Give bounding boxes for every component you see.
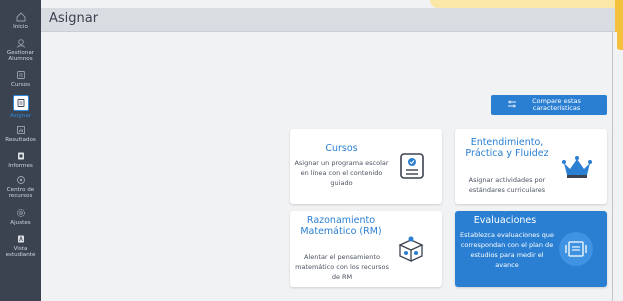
sidebar-item-label: Gestionar Alumnos [6,50,35,62]
card-razonamiento-matematico[interactable]: Razonamiento Matemático (RM) Alentar el … [290,211,442,287]
assign-icon [12,95,29,111]
compare-features-button[interactable]: Compare estas características [491,95,607,115]
courses-icon [16,70,26,80]
sidebar-item-label: Asignar [9,113,32,119]
sidebar-item-gestionar-alumnos[interactable]: Gestionar Alumnos [0,38,41,62]
sidebar-item-label: Vista estudiante [5,246,36,258]
courses-icon [396,150,428,182]
compare-features-label: Compare estas características [532,97,581,112]
card-title: Entendimiento, Práctica y Fluidez [465,137,549,159]
card-description: Establezca evaluaciones que correspondan… [460,231,554,269]
results-icon [16,125,26,135]
sidebar-item-label: Informes [8,163,33,169]
card-description: Asignar un programa escolar en línea con… [294,159,389,187]
sidebar-item-resultados[interactable]: Resultados [0,125,41,143]
top-decoration [430,0,623,8]
card-entendimiento-practica-fluidez[interactable]: Entendimiento, Práctica y Fluidez Asigna… [455,129,607,204]
assessment-icon [559,232,593,266]
card-title: Evaluaciones [473,215,537,226]
card-evaluaciones[interactable]: Evaluaciones Establezca evaluaciones que… [455,211,607,287]
page-title: Asignar [49,11,99,26]
sidebar-item-informes[interactable]: Informes [0,151,41,169]
card-description: Asignar actividades por estándares curri… [468,176,546,194]
home-icon [16,12,26,22]
student-view-icon [16,234,26,244]
sidebar-item-vista-estudiante[interactable]: Vista estudiante [0,234,41,258]
sidebar-item-label: Inicio [13,24,28,30]
settings-icon [16,208,26,218]
sidebar-item-ajustes[interactable]: Ajustes [0,208,41,226]
card-cursos[interactable]: Cursos Asignar un programa escolar en lí… [290,129,442,204]
sidebar-item-label: Resultados [5,137,36,143]
scrollbar[interactable] [612,32,613,301]
card-description: Alentar el pensamiento matemático con lo… [295,253,389,281]
crown-icon [559,153,595,181]
sidebar-item-label: Centro de recursos [6,187,35,199]
sidebar-item-inicio[interactable]: Inicio [0,12,41,30]
reports-icon [16,151,26,161]
students-icon [16,38,26,48]
sidebar-item-centro-de-recursos[interactable]: Centro de recursos [0,175,41,199]
compare-icon [507,100,517,110]
card-title: Razonamiento Matemático (RM) [300,215,382,237]
sidebar: Inicio Gestionar Alumnos Cursos Asignar … [0,0,41,301]
page-header: Asignar [41,8,623,32]
resource-center-icon [16,175,26,185]
sidebar-item-label: Ajustes [10,220,31,226]
card-title: Cursos [325,143,358,154]
sidebar-item-label: Cursos [10,82,30,88]
sidebar-item-cursos[interactable]: Cursos [0,70,41,88]
gift-box-icon [393,233,429,265]
sidebar-item-asignar[interactable]: Asignar [0,95,41,119]
